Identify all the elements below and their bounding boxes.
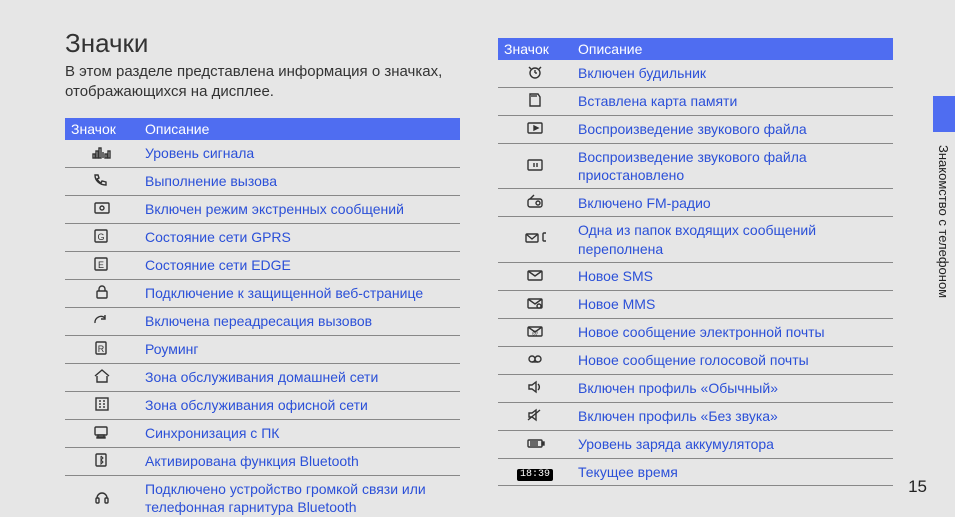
roam-icon: R (65, 336, 139, 364)
bt-icon (65, 448, 139, 476)
table-row: Включен профиль «Обычный» (498, 374, 893, 402)
icon-description: Подключено устройство громкой связи или … (139, 476, 460, 517)
table-header-desc: Описание (139, 118, 460, 140)
table-header-icon: Значок (498, 38, 572, 60)
email-icon: @ (498, 318, 572, 346)
bthead-icon (65, 476, 139, 517)
alarm-icon (498, 60, 572, 88)
sos-icon (65, 196, 139, 224)
office-icon (65, 392, 139, 420)
table-row: Включена переадресация вызовов (65, 308, 460, 336)
play-icon (498, 116, 572, 144)
icon-description: Синхронизация с ПК (139, 420, 460, 448)
side-tab (933, 96, 955, 132)
icon-description: Воспроизведение звукового файла приостан… (572, 144, 893, 189)
icon-description: Подключение к защищенной веб-странице (139, 280, 460, 308)
icon-description: Включена переадресация вызовов (139, 308, 460, 336)
table-header-icon: Значок (65, 118, 139, 140)
lock-icon (65, 280, 139, 308)
table-row: Выполнение вызова (65, 168, 460, 196)
table-row: Включен режим экстренных сообщений (65, 196, 460, 224)
home-icon (65, 364, 139, 392)
sdcard-icon (498, 88, 572, 116)
icons-table-left: Значок Описание Уровень сигналаВыполнени… (65, 118, 460, 517)
table-row: Подключение к защищенной веб-странице (65, 280, 460, 308)
table-row: Зона обслуживания офисной сети (65, 392, 460, 420)
gprs-icon: G (65, 224, 139, 252)
icon-description: Текущее время (572, 458, 893, 485)
icon-description: Включен профиль «Без звука» (572, 402, 893, 430)
icons-table-right: Значок Описание Включен будильникВставле… (498, 38, 893, 486)
icon-description: Новое SMS (572, 262, 893, 290)
table-row: Воспроизведение звукового файла приостан… (498, 144, 893, 189)
icon-description: Одна из папок входящих сообщений перепол… (572, 217, 893, 262)
table-row: Воспроизведение звукового файла (498, 116, 893, 144)
side-section-label: Знакомство с телефоном (933, 145, 951, 445)
table-row: G Состояние сети GPRS (65, 224, 460, 252)
time-icon: 18:39 (498, 458, 572, 485)
vmail-icon (498, 346, 572, 374)
svg-text:E: E (98, 260, 104, 270)
table-row: Включен будильник (498, 60, 893, 88)
edge-icon: E (65, 252, 139, 280)
sound-icon (498, 374, 572, 402)
page-number: 15 (908, 477, 927, 497)
table-row: Новое SMS (498, 262, 893, 290)
table-row: Зона обслуживания домашней сети (65, 364, 460, 392)
table-row: Уровень заряда аккумулятора (498, 430, 893, 458)
fwd-icon (65, 308, 139, 336)
icon-description: Роуминг (139, 336, 460, 364)
icon-description: Состояние сети EDGE (139, 252, 460, 280)
svg-text:R: R (98, 344, 105, 354)
table-row: Уровень сигнала (65, 140, 460, 168)
icon-description: Новое сообщение голосовой почты (572, 346, 893, 374)
icon-description: Зона обслуживания домашней сети (139, 364, 460, 392)
table-row: Синхронизация с ПК (65, 420, 460, 448)
page-intro: В этом разделе представлена информация о… (65, 62, 455, 103)
table-row: Вставлена карта памяти (498, 88, 893, 116)
icon-description: Уровень сигнала (139, 140, 460, 168)
icon-description: Новое MMS (572, 290, 893, 318)
icon-description: Включен профиль «Обычный» (572, 374, 893, 402)
table-row: Подключено устройство громкой связи или … (65, 476, 460, 517)
icon-description: Зона обслуживания офисной сети (139, 392, 460, 420)
icon-description: Уровень заряда аккумулятора (572, 430, 893, 458)
signal-icon (65, 140, 139, 168)
table-row: E Состояние сети EDGE (65, 252, 460, 280)
table-row: Новое сообщение голосовой почты (498, 346, 893, 374)
table-row: @ Новое сообщение электронной почты (498, 318, 893, 346)
svg-text:G: G (97, 232, 104, 242)
page-title: Значки (65, 28, 148, 59)
table-row: Включено FM-радио (498, 189, 893, 217)
icon-description: Включен будильник (572, 60, 893, 88)
mms-icon (498, 290, 572, 318)
icon-description: Включено FM-радио (572, 189, 893, 217)
table-row: Одна из папок входящих сообщений перепол… (498, 217, 893, 262)
sync-icon (65, 420, 139, 448)
svg-text:@: @ (532, 331, 538, 337)
clock-time-icon: 18:39 (517, 469, 553, 481)
sms-icon (498, 262, 572, 290)
battery-icon (498, 430, 572, 458)
icon-description: Выполнение вызова (139, 168, 460, 196)
icon-description: Новое сообщение электронной почты (572, 318, 893, 346)
icon-description: Воспроизведение звукового файла (572, 116, 893, 144)
table-row: Активирована функция Bluetooth (65, 448, 460, 476)
table-row: R Роуминг (65, 336, 460, 364)
inbox-icon (498, 217, 572, 262)
table-row: 18:39 Текущее время (498, 458, 893, 485)
icon-description: Вставлена карта памяти (572, 88, 893, 116)
mute-icon (498, 402, 572, 430)
table-row: Новое MMS (498, 290, 893, 318)
table-header-desc: Описание (572, 38, 893, 60)
fm-icon (498, 189, 572, 217)
icon-description: Включен режим экстренных сообщений (139, 196, 460, 224)
pause-icon (498, 144, 572, 189)
icon-description: Состояние сети GPRS (139, 224, 460, 252)
table-row: Включен профиль «Без звука» (498, 402, 893, 430)
call-icon (65, 168, 139, 196)
icon-description: Активирована функция Bluetooth (139, 448, 460, 476)
